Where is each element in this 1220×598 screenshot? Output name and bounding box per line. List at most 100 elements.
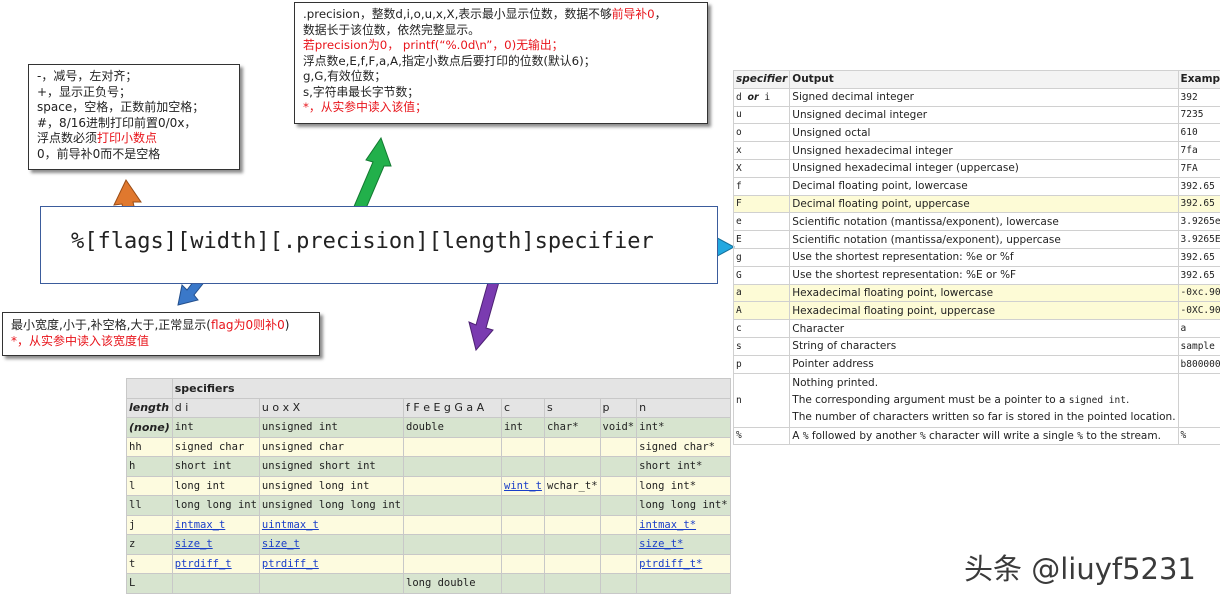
precision-line-1: .precision，整数d,i,o,u,x,X,表示最小显示位数，数据不够前导…: [303, 7, 667, 21]
length-col-header: p: [599, 397, 638, 418]
output-cell: Hexadecimal floating point, lowercase: [789, 283, 1179, 303]
table-row: F Decimal floating point, uppercase 392.65: [732, 194, 1220, 214]
example-cell: 392.65: [1177, 194, 1220, 214]
length-cell: (none): [126, 417, 173, 438]
example-cell: 3.9265E+2: [1177, 230, 1220, 249]
type-cell[interactable]: intmax_t*: [636, 514, 731, 535]
type-cell[interactable]: size_t*: [636, 534, 731, 555]
col-example: Example: [1177, 70, 1220, 89]
type-link[interactable]: intmax_t: [175, 519, 226, 531]
type-cell: [171, 573, 260, 594]
length-cell: t: [126, 553, 173, 574]
length-col-header: n: [636, 397, 731, 418]
type-link[interactable]: size_t: [262, 538, 300, 550]
type-cell: int*: [636, 417, 731, 438]
spec-cell: e: [732, 212, 791, 232]
precision-line-6: s,字符串最长字节数；: [303, 84, 420, 99]
type-link[interactable]: intmax_t*: [639, 519, 696, 531]
spec-cell: X: [732, 158, 791, 178]
table-row: t ptrdiff_t ptrdiff_t ptrdiff_t*: [126, 553, 731, 574]
type-cell[interactable]: ptrdiff_t*: [636, 553, 731, 574]
type-cell: [501, 514, 545, 535]
table-row: o Unsigned octal 610: [732, 123, 1220, 143]
precision-line-2: 数据长于该位数，依然完整显示。: [303, 22, 480, 37]
col-specifier: specifier: [732, 70, 791, 89]
example-cell: 7235: [1177, 105, 1220, 125]
table-row: Llong double: [126, 573, 731, 594]
type-cell: [599, 436, 638, 457]
type-link[interactable]: uintmax_t: [262, 519, 319, 531]
type-cell: [501, 534, 545, 555]
example-cell: [1177, 372, 1220, 428]
type-cell[interactable]: ptrdiff_t: [171, 553, 260, 574]
type-cell: [543, 436, 601, 457]
example-cell: 610: [1177, 123, 1220, 143]
type-cell: int: [171, 417, 260, 438]
type-cell: [543, 534, 601, 555]
type-cell[interactable]: wint_t: [501, 475, 545, 496]
example-cell: -0XC.90FEP-2: [1177, 301, 1220, 321]
length-cell: j: [126, 514, 173, 535]
type-cell: [636, 573, 731, 594]
type-cell: char*: [543, 417, 601, 438]
type-cell: unsigned int: [258, 417, 405, 438]
output-cell: Unsigned hexadecimal integer: [789, 141, 1179, 160]
table-row: a Hexadecimal floating point, lowercase -0…: [732, 283, 1220, 303]
spec-cell: a: [732, 283, 791, 303]
precision-line-4: 浮点数e,E,f,F,a,A,指定小数点后要打印的位数(默认6)；: [303, 53, 596, 68]
type-cell: [599, 534, 638, 555]
type-cell: [543, 456, 601, 477]
type-cell[interactable]: intmax_t: [171, 514, 260, 535]
type-cell: [403, 436, 502, 457]
type-link[interactable]: ptrdiff_t: [175, 558, 232, 570]
empty-corner: [126, 378, 173, 399]
length-header-row: length d iu o x Xf F e E g G a Acspn: [126, 397, 731, 418]
length-arrow: [468, 278, 500, 352]
type-cell: long int*: [636, 475, 731, 496]
type-cell: unsigned long int: [258, 475, 405, 496]
type-cell[interactable]: ptrdiff_t: [258, 553, 405, 574]
type-link[interactable]: size_t*: [639, 538, 683, 550]
type-cell: [599, 553, 638, 574]
length-col-header: u o x X: [258, 397, 405, 418]
length-cell: l: [126, 475, 173, 496]
length-col-header: s: [543, 397, 601, 418]
flags-line-hash: #，8/16进制打印前置0/0x，: [37, 115, 197, 130]
type-cell: unsigned short int: [258, 456, 405, 477]
type-link[interactable]: ptrdiff_t*: [639, 558, 702, 570]
example-cell: sample: [1177, 336, 1220, 356]
width-line-1: 最小宽度,小于,补空格,大于,正常显示(flag为0则补0): [11, 318, 290, 332]
flags-note: -，减号，左对齐； +，显示正负号； space，空格，正数前加空格； #，8/…: [28, 64, 240, 170]
example-cell: 392.65: [1177, 265, 1220, 285]
table-row: g Use the shortest representation: %e or …: [732, 247, 1220, 267]
example-cell: 3.9265e+2: [1177, 212, 1220, 232]
length-col-header: d i: [171, 397, 260, 418]
type-cell: short int: [171, 456, 260, 477]
length-cell: z: [126, 534, 173, 555]
table-row: h short int unsigned short int short int*: [126, 456, 731, 477]
type-cell[interactable]: uintmax_t: [258, 514, 405, 535]
output-cell: String of characters: [789, 336, 1179, 356]
table-row-n: n Nothing printed. The corresponding arg…: [732, 372, 1220, 428]
length-cell: h: [126, 456, 173, 477]
type-cell: [258, 573, 405, 594]
type-link[interactable]: wint_t: [504, 480, 542, 492]
type-link[interactable]: size_t: [175, 538, 213, 550]
table-row: d or i Signed decimal integer 392: [732, 87, 1220, 107]
type-cell: [599, 475, 638, 496]
spec-cell: x: [732, 141, 791, 160]
type-link[interactable]: ptrdiff_t: [262, 558, 319, 570]
type-cell[interactable]: size_t: [258, 534, 405, 555]
type-cell[interactable]: size_t: [171, 534, 260, 555]
spec-cell: f: [732, 176, 791, 196]
width-note: 最小宽度,小于,补空格,大于,正常显示(flag为0则补0) *，从实参中读入该…: [2, 312, 320, 356]
length-cell: hh: [126, 436, 173, 457]
length-group-header-row: specifiers: [126, 378, 731, 399]
format-string: %[flags][width][.precision][length]speci…: [71, 229, 654, 254]
spec-cell: d or i: [732, 87, 791, 107]
spec-cell: o: [732, 123, 791, 143]
example-cell: 392: [1177, 87, 1220, 107]
flags-line-plus: +，显示正负号；: [37, 84, 132, 99]
type-cell: [501, 456, 545, 477]
table-row: hh signed char unsigned char signed char*: [126, 436, 731, 457]
